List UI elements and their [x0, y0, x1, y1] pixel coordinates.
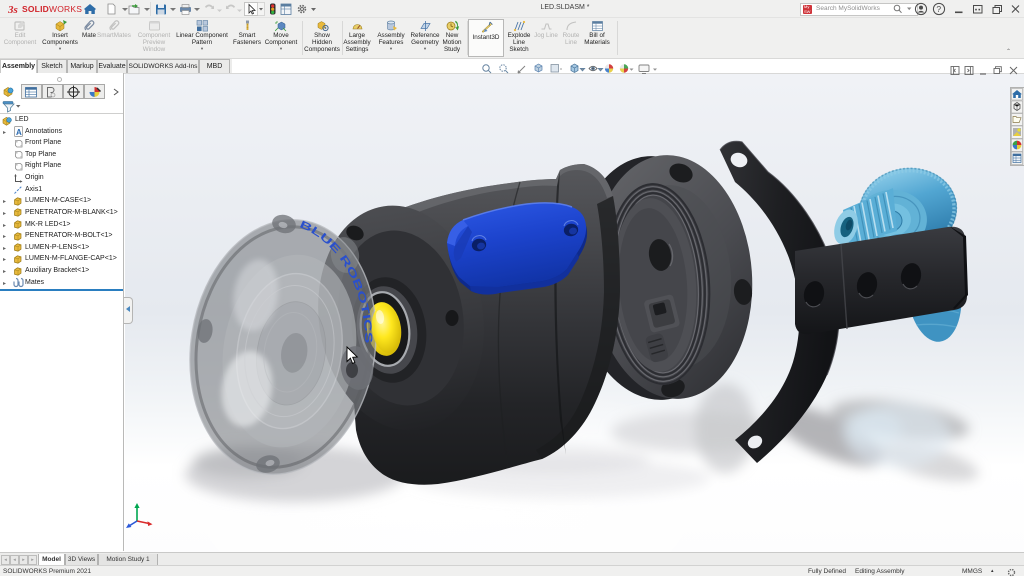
svg-text:A: A	[16, 128, 22, 137]
svg-text:SOLIDWORKS: SOLIDWORKS	[22, 4, 82, 14]
svg-text:?: ?	[936, 4, 941, 14]
svg-text:3s: 3s	[8, 4, 18, 15]
